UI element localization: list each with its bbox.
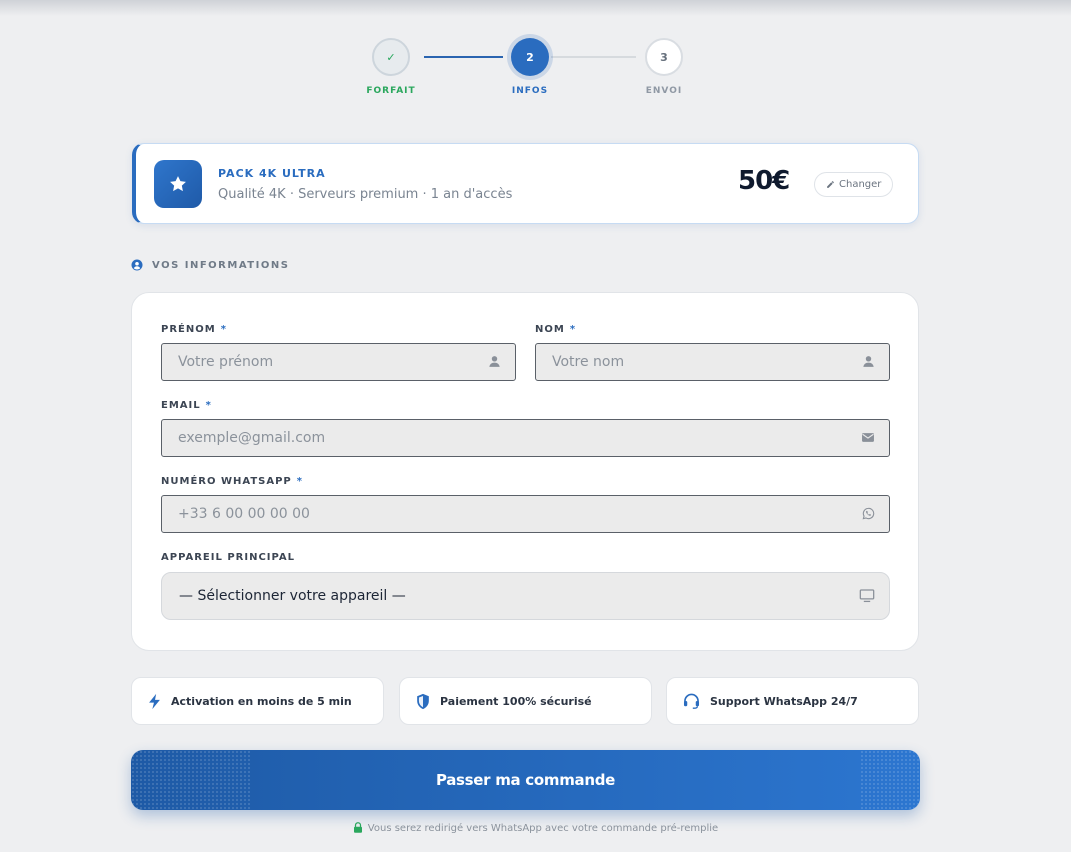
section-header: VOS INFORMATIONS <box>131 259 289 271</box>
monitor-icon <box>859 589 875 603</box>
section-title: VOS INFORMATIONS <box>152 259 290 271</box>
feature-support: Support WhatsApp 24/7 <box>666 677 919 725</box>
required-marker: * <box>220 324 227 335</box>
shield-icon <box>417 693 429 709</box>
star-icon <box>154 160 202 208</box>
whatsapp-label-text: NUMÉRO WHATSAPP <box>161 476 292 487</box>
pack-price: 50€ <box>738 166 790 196</box>
envelope-icon <box>862 433 874 442</box>
pack-title: PACK 4K ULTRA <box>218 167 326 180</box>
redirect-note-text: Vous serez redirigé vers WhatsApp avec v… <box>367 823 719 834</box>
required-marker: * <box>569 324 577 335</box>
top-shadow <box>0 0 1071 16</box>
step-number: 2 <box>511 38 549 76</box>
cta-pattern <box>860 750 920 810</box>
email-label: EMAIL * <box>161 400 212 411</box>
change-pack-button[interactable]: Changer <box>814 172 894 197</box>
nom-label-text: NOM <box>535 324 565 335</box>
prenom-input[interactable]: Votre prénom <box>161 343 516 381</box>
step-label: FORFAIT <box>366 86 416 96</box>
prenom-placeholder: Votre prénom <box>178 354 274 370</box>
bolt-icon <box>149 693 160 709</box>
cta-pattern <box>131 750 251 810</box>
email-label-text: EMAIL <box>161 400 201 411</box>
nom-label: NOM * <box>535 324 576 335</box>
user-icon <box>489 356 500 367</box>
selected-pack-card: PACK 4K ULTRA Qualité 4K · Serveurs prem… <box>132 143 919 224</box>
device-select[interactable]: — Sélectionner votre appareil — <box>161 572 890 620</box>
user-icon <box>863 356 874 367</box>
step-label: INFOS <box>511 86 549 96</box>
pencil-icon <box>827 181 834 188</box>
device-selected-value: — Sélectionner votre appareil — <box>179 588 406 604</box>
step-number: 3 <box>645 38 683 76</box>
required-marker: * <box>296 476 303 487</box>
whatsapp-field[interactable]: +33 6 00 00 00 00 <box>161 495 890 533</box>
email-placeholder: exemple@gmail.com <box>178 430 326 446</box>
step-infos: 2 INFOS <box>485 38 575 96</box>
feature-label: Paiement 100% sécurisé <box>440 694 592 708</box>
submit-order-button[interactable]: Passer ma commande <box>131 750 920 810</box>
feature-label: Support WhatsApp 24/7 <box>710 694 858 708</box>
change-label: Changer <box>839 179 882 190</box>
whatsapp-placeholder: +33 6 00 00 00 00 <box>178 506 310 522</box>
info-form: PRÉNOM * Votre prénom NOM * Votre nom EMAI… <box>131 292 919 651</box>
whatsapp-icon <box>862 507 875 520</box>
headset-icon <box>683 693 700 709</box>
pack-subtitle: Qualité 4K · Serveurs premium · 1 an d'a… <box>218 187 513 202</box>
nom-input[interactable]: Votre nom <box>535 343 890 381</box>
step-envoi: 3 ENVOI <box>619 38 709 96</box>
prenom-label-text: PRÉNOM <box>161 324 216 335</box>
required-marker: * <box>205 400 212 411</box>
feature-label: Activation en moins de 5 min <box>171 694 352 708</box>
step-label: ENVOI <box>645 86 683 96</box>
nom-placeholder: Votre nom <box>552 354 625 370</box>
submit-label: Passer ma commande <box>435 771 616 789</box>
feature-payment: Paiement 100% sécurisé <box>399 677 652 725</box>
redirect-note: Vous serez redirigé vers WhatsApp avec v… <box>0 822 1071 834</box>
feature-activation: Activation en moins de 5 min <box>131 677 384 725</box>
user-circle-icon <box>131 259 143 271</box>
check-icon: ✓ <box>372 38 410 76</box>
device-label: APPAREIL PRINCIPAL <box>161 552 295 563</box>
progress-stepper: ✓ FORFAIT 2 INFOS 3 ENVOI <box>0 38 1071 98</box>
lock-icon <box>353 822 362 833</box>
step-forfait[interactable]: ✓ FORFAIT <box>346 38 436 96</box>
device-label-text: APPAREIL PRINCIPAL <box>161 552 296 563</box>
whatsapp-label: NUMÉRO WHATSAPP * <box>161 476 303 487</box>
email-field[interactable]: exemple@gmail.com <box>161 419 890 457</box>
prenom-label: PRÉNOM * <box>161 324 227 335</box>
